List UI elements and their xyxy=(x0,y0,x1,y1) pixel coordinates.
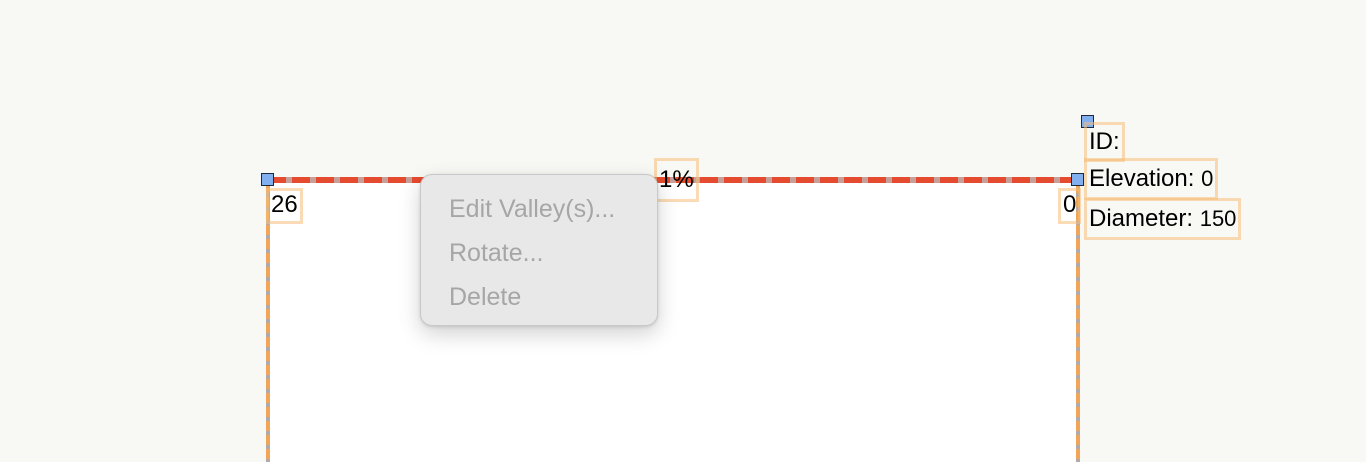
vertex-handle-right[interactable] xyxy=(1071,173,1084,186)
corner-value: 0 xyxy=(1063,191,1077,218)
id-label: ID: xyxy=(1084,122,1125,162)
elevation-label: Elevation: 0 xyxy=(1084,158,1219,200)
elevation-value: 0 xyxy=(1201,166,1214,191)
slope-value: 1% xyxy=(659,166,694,193)
roof-plane-fill[interactable] xyxy=(268,180,1078,462)
roof-edge-left[interactable] xyxy=(266,183,270,462)
menu-item-rotate[interactable]: Rotate... xyxy=(421,233,657,277)
roof-edge-right[interactable] xyxy=(1076,183,1080,462)
corner-value-label: 0 xyxy=(1058,188,1082,224)
id-label-text: ID: xyxy=(1089,128,1120,155)
vertex-handle-left[interactable] xyxy=(261,173,274,186)
context-menu: Edit Valley(s)... Rotate... Delete xyxy=(420,174,658,326)
menu-item-edit-valleys[interactable]: Edit Valley(s)... xyxy=(421,189,657,233)
diameter-value: 150 xyxy=(1199,206,1237,231)
diameter-label-text: Diameter: xyxy=(1089,205,1194,232)
slope-label: 1% xyxy=(654,158,699,202)
diameter-label: Diameter: 150 xyxy=(1084,198,1242,240)
drawing-canvas[interactable]: 26 1% 0 ID: Elevation: 0 Diameter: 150 E… xyxy=(0,0,1366,462)
edge-length-label: 26 xyxy=(266,188,303,224)
menu-item-delete[interactable]: Delete xyxy=(421,277,657,321)
edge-length-value: 26 xyxy=(271,191,298,218)
elevation-label-text: Elevation: xyxy=(1089,165,1195,192)
